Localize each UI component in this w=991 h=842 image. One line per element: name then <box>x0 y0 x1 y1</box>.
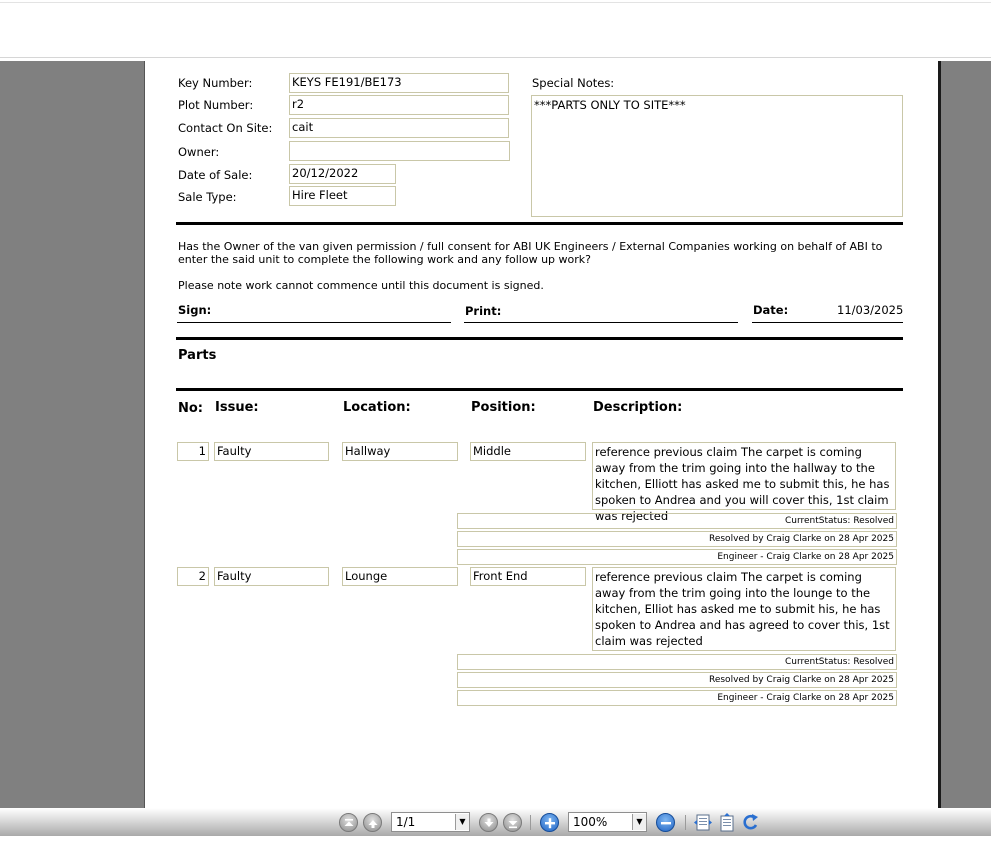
document-page: Key Number: KEYS FE191/BE173 Plot Number… <box>145 61 938 808</box>
date-label: Date: <box>753 303 789 317</box>
up-arrow-icon <box>368 820 378 828</box>
last-page-icon <box>508 821 518 829</box>
row-2-position: Front End <box>470 567 586 586</box>
header-issue: Issue: <box>215 400 259 415</box>
top-divider-lower <box>0 57 991 58</box>
previous-page-button[interactable] <box>363 813 382 832</box>
print-label: Print: <box>465 304 502 318</box>
plot-number-field: r2 <box>289 95 509 115</box>
consent-question: Has the Owner of the van given permissio… <box>178 240 883 266</box>
owner-field <box>289 141 510 161</box>
page-dropdown-button[interactable]: ▼ <box>455 814 469 830</box>
row-2-description: reference previous claim The carpet is c… <box>592 567 896 651</box>
contact-on-site-field: cait <box>289 118 509 138</box>
last-page-button[interactable] <box>503 813 522 832</box>
parts-title: Parts <box>178 348 217 363</box>
section-divider <box>176 337 903 340</box>
rotate-icon <box>743 814 758 830</box>
sign-line <box>177 322 451 323</box>
signature-date: 11/03/2025 <box>837 303 904 317</box>
top-divider <box>0 2 991 3</box>
header-description: Description: <box>593 400 683 415</box>
toolbar-bottom-edge <box>0 836 991 842</box>
owner-label: Owner: <box>178 145 220 159</box>
pdf-toolbar: 1/1 ▼ 100% ▼ <box>0 808 991 836</box>
row-1-position: Middle <box>470 442 586 461</box>
zoom-dropdown-button[interactable]: ▼ <box>632 814 646 830</box>
plot-number-label: Plot Number: <box>178 98 254 112</box>
row-2-engineer: Engineer - Craig Clarke on 28 Apr 2025 <box>457 690 897 706</box>
zoom-level-value: 100% <box>573 815 608 829</box>
browser-top-area <box>0 0 991 61</box>
fit-page-icon <box>720 813 734 832</box>
header-no: No: <box>178 401 204 416</box>
row-1-issue: Faulty <box>214 442 329 461</box>
row-2-number: 2 <box>177 567 209 586</box>
row-1-resolved: Resolved by Craig Clarke on 28 Apr 2025 <box>457 531 897 547</box>
page-number-value: 1/1 <box>396 815 416 829</box>
row-2-location: Lounge <box>342 567 458 586</box>
contact-on-site-label: Contact On Site: <box>178 121 273 135</box>
row-1-number: 1 <box>177 442 209 461</box>
row-1-engineer: Engineer - Craig Clarke on 28 Apr 2025 <box>457 549 897 565</box>
row-1-status: CurrentStatus: Resolved <box>457 513 897 529</box>
header-location: Location: <box>343 400 411 415</box>
next-page-button[interactable] <box>479 813 498 832</box>
fit-width-button[interactable] <box>694 813 712 832</box>
first-page-icon <box>344 819 354 826</box>
toolbar-separator <box>530 815 531 830</box>
date-line <box>752 322 903 323</box>
row-1-description: reference previous claim The carpet is c… <box>592 442 896 523</box>
row-2-resolved: Resolved by Craig Clarke on 28 Apr 2025 <box>457 672 897 688</box>
key-number-field: KEYS FE191/BE173 <box>289 73 509 93</box>
zoom-in-button[interactable] <box>540 813 559 832</box>
toolbar-separator <box>685 815 686 830</box>
row-1-location: Hallway <box>342 442 458 461</box>
print-line <box>464 322 738 323</box>
zoom-out-button[interactable] <box>656 813 675 832</box>
special-notes-field: ***PARTS ONLY TO SITE*** <box>531 95 903 217</box>
plus-icon <box>545 818 555 829</box>
consent-note: Please note work cannot commence until t… <box>178 279 544 292</box>
sale-type-field: Hire Fleet <box>289 186 396 206</box>
page-shadow <box>938 61 941 808</box>
date-of-sale-label: Date of Sale: <box>178 168 253 182</box>
header-position: Position: <box>471 400 536 415</box>
minus-icon <box>661 822 671 825</box>
special-notes-label: Special Notes: <box>532 76 615 90</box>
row-2-issue: Faulty <box>214 567 329 586</box>
row-2-status: CurrentStatus: Resolved <box>457 654 897 670</box>
sign-label: Sign: <box>178 303 212 317</box>
first-page-button[interactable] <box>339 813 358 832</box>
fit-page-button[interactable] <box>718 813 736 832</box>
fit-width-icon <box>694 814 712 831</box>
down-arrow-icon <box>484 818 494 827</box>
sale-type-label: Sale Type: <box>178 190 237 204</box>
rotate-button[interactable] <box>741 813 759 832</box>
date-of-sale-field: 20/12/2022 <box>289 164 396 184</box>
section-divider <box>176 222 903 225</box>
section-divider <box>176 388 903 391</box>
key-number-label: Key Number: <box>178 76 253 90</box>
